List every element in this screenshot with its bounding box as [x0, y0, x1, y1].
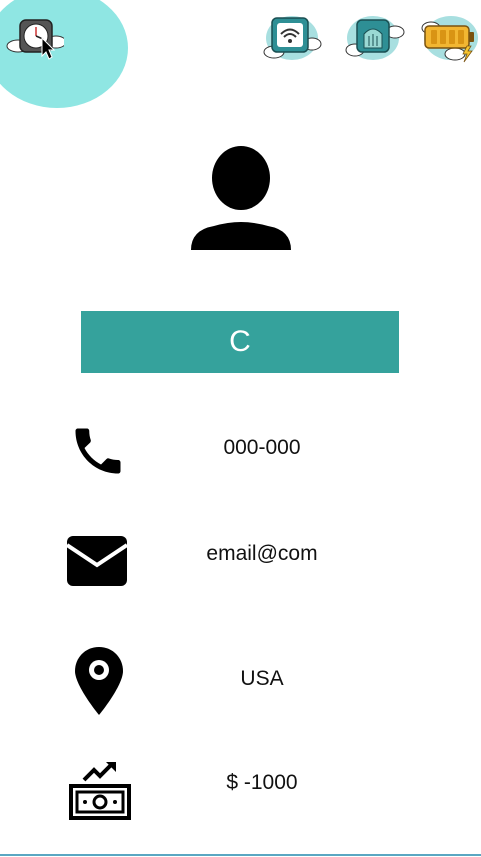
home-icon[interactable]: [345, 10, 405, 64]
money-growth-icon: [68, 760, 132, 822]
wifi-icon[interactable]: [262, 10, 322, 64]
profile-name-banner: C: [81, 311, 399, 373]
balance-amount: $ -1000: [226, 771, 298, 794]
email-address: email@com: [206, 542, 318, 565]
profile-name: C: [229, 325, 251, 358]
user-avatar-icon: [190, 146, 292, 254]
clock-icon[interactable]: [4, 12, 64, 66]
phone-number: 000-000: [223, 436, 301, 459]
location-pin-icon: [74, 646, 124, 716]
bottom-divider: [0, 854, 481, 856]
location-text: USA: [240, 667, 284, 690]
phone-icon: [68, 421, 128, 481]
battery-icon[interactable]: [419, 10, 479, 64]
mail-icon: [66, 535, 128, 587]
